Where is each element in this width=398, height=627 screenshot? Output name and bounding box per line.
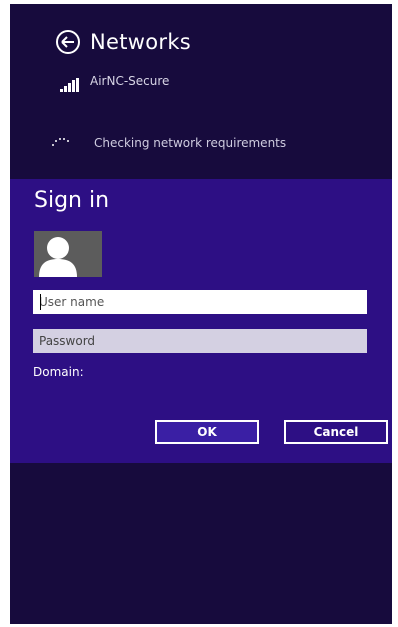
cancel-button[interactable]: Cancel <box>284 420 388 444</box>
sign-in-dialog: Sign in Domain: OK Cancel <box>10 179 392 463</box>
networks-header: Networks <box>56 30 191 54</box>
network-name: AirNC-Secure <box>90 74 170 88</box>
connection-status: Checking network requirements <box>52 136 286 150</box>
back-arrow-icon <box>61 36 74 48</box>
password-field[interactable] <box>33 329 367 353</box>
username-field[interactable] <box>33 290 367 314</box>
domain-label: Domain: <box>33 365 84 379</box>
back-button[interactable] <box>56 30 80 54</box>
ok-button[interactable]: OK <box>155 420 259 444</box>
sign-in-title: Sign in <box>34 188 110 213</box>
status-text: Checking network requirements <box>94 136 287 150</box>
loading-dots-icon <box>52 137 74 149</box>
user-avatar-icon <box>34 231 102 277</box>
networks-title: Networks <box>90 30 192 54</box>
wifi-signal-icon <box>60 78 80 92</box>
text-cursor <box>40 294 41 310</box>
network-item-airnc-secure[interactable]: AirNC-Secure <box>60 74 170 92</box>
